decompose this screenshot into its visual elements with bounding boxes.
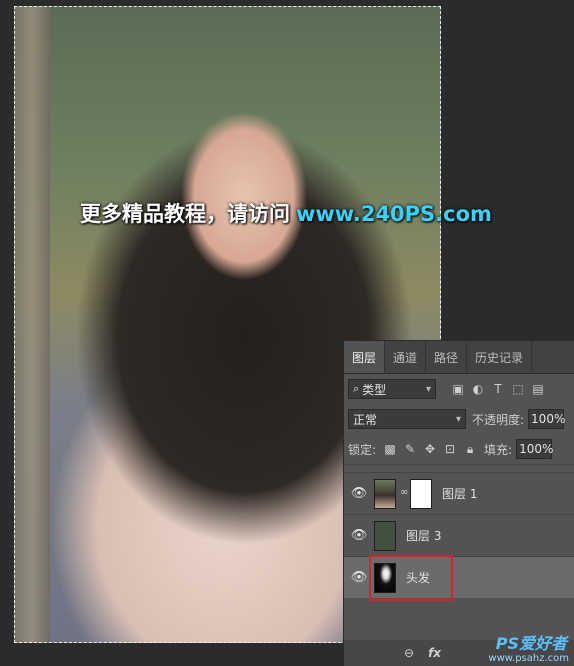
layer-thumbnail [374, 478, 396, 509]
blend-row: 正常 ▾ 不透明度: 100% [344, 404, 574, 434]
layer-mask-thumbnail[interactable] [410, 478, 432, 509]
highlight-box [369, 555, 453, 601]
watermark-url: www.240PS.com [296, 202, 492, 226]
layer-list-top-spacer [344, 464, 574, 472]
link-layers-icon[interactable]: ⊖ [404, 646, 414, 660]
filter-row: ⌕ 类型 ▾ ▣ ◐ T ⬚ ▤ [344, 374, 574, 404]
layer-name: 图层 3 [406, 529, 442, 543]
lock-transparent-icon[interactable]: ▩ [380, 442, 400, 456]
opacity-input[interactable]: 100% [528, 409, 565, 429]
tab-layers[interactable]: 图层 [344, 341, 386, 373]
smart-object-filter-icon[interactable]: ▤ [528, 382, 548, 396]
shape-filter-icon[interactable]: ⬚ [508, 382, 528, 396]
filter-kind-select[interactable]: ⌕ 类型 ▾ [348, 379, 436, 399]
watermark-text: 更多精品教程，请访问 [80, 202, 290, 226]
lock-paint-icon[interactable]: ✎ [400, 442, 420, 456]
blend-mode-value: 正常 [353, 412, 378, 427]
filter-kind-value: 类型 [362, 382, 387, 397]
layer-thumbnail [374, 520, 396, 551]
visibility-eye-icon[interactable]: 👁︎ [344, 486, 374, 501]
tab-history[interactable]: 历史记录 [467, 341, 533, 373]
lock-label: 锁定: [348, 442, 377, 457]
lock-all-icon[interactable]: 🔒︎ [460, 442, 480, 457]
layers-panel: 图层 通道 路径 历史记录 ⌕ 类型 ▾ ▣ ◐ T ⬚ ▤ 正常 ▾ 不透明度… [343, 340, 574, 666]
blend-mode-select[interactable]: 正常 ▾ [348, 409, 466, 429]
lock-row: 锁定: ▩ ✎ ✥ ⊡ 🔒︎ 填充: 100% [344, 434, 574, 464]
lock-artboard-icon[interactable]: ⊡ [440, 442, 460, 456]
type-filter-icon[interactable]: T [488, 382, 508, 396]
fill-input[interactable]: 100% [516, 439, 553, 459]
chevron-down-icon: ▾ [425, 383, 431, 395]
mask-link-icon[interactable]: ∞ [400, 487, 408, 498]
layer-name: 图层 1 [442, 487, 478, 501]
search-icon: ⌕ [353, 382, 360, 395]
layer-row-hair[interactable]: 👁︎ 头发 [344, 555, 574, 601]
opacity-label: 不透明度: [472, 412, 525, 427]
photo-background-tree [14, 6, 50, 643]
image-filter-icon[interactable]: ▣ [448, 382, 468, 396]
adjustment-filter-icon[interactable]: ◐ [468, 382, 488, 396]
visibility-eye-icon[interactable]: 👁︎ [344, 528, 374, 543]
layer-row-layer-3[interactable]: 👁︎ 图层 3 [344, 514, 574, 556]
panel-tabs: 图层 通道 路径 历史记录 [344, 341, 574, 374]
site-url: www.psahz.com [488, 653, 569, 664]
lock-position-icon[interactable]: ✥ [420, 442, 440, 456]
site-logo: PS爱好者 [495, 634, 567, 653]
fill-label: 填充: [484, 442, 513, 457]
tab-paths[interactable]: 路径 [426, 341, 468, 373]
tutorial-watermark: 更多精品教程，请访问 www.240PS.com [80, 198, 492, 228]
fx-button[interactable]: fx [428, 646, 441, 660]
tab-channels[interactable]: 通道 [385, 341, 427, 373]
layer-row-layer-1[interactable]: 👁︎ ∞ 图层 1 [344, 472, 574, 514]
chevron-down-icon: ▾ [455, 413, 461, 425]
